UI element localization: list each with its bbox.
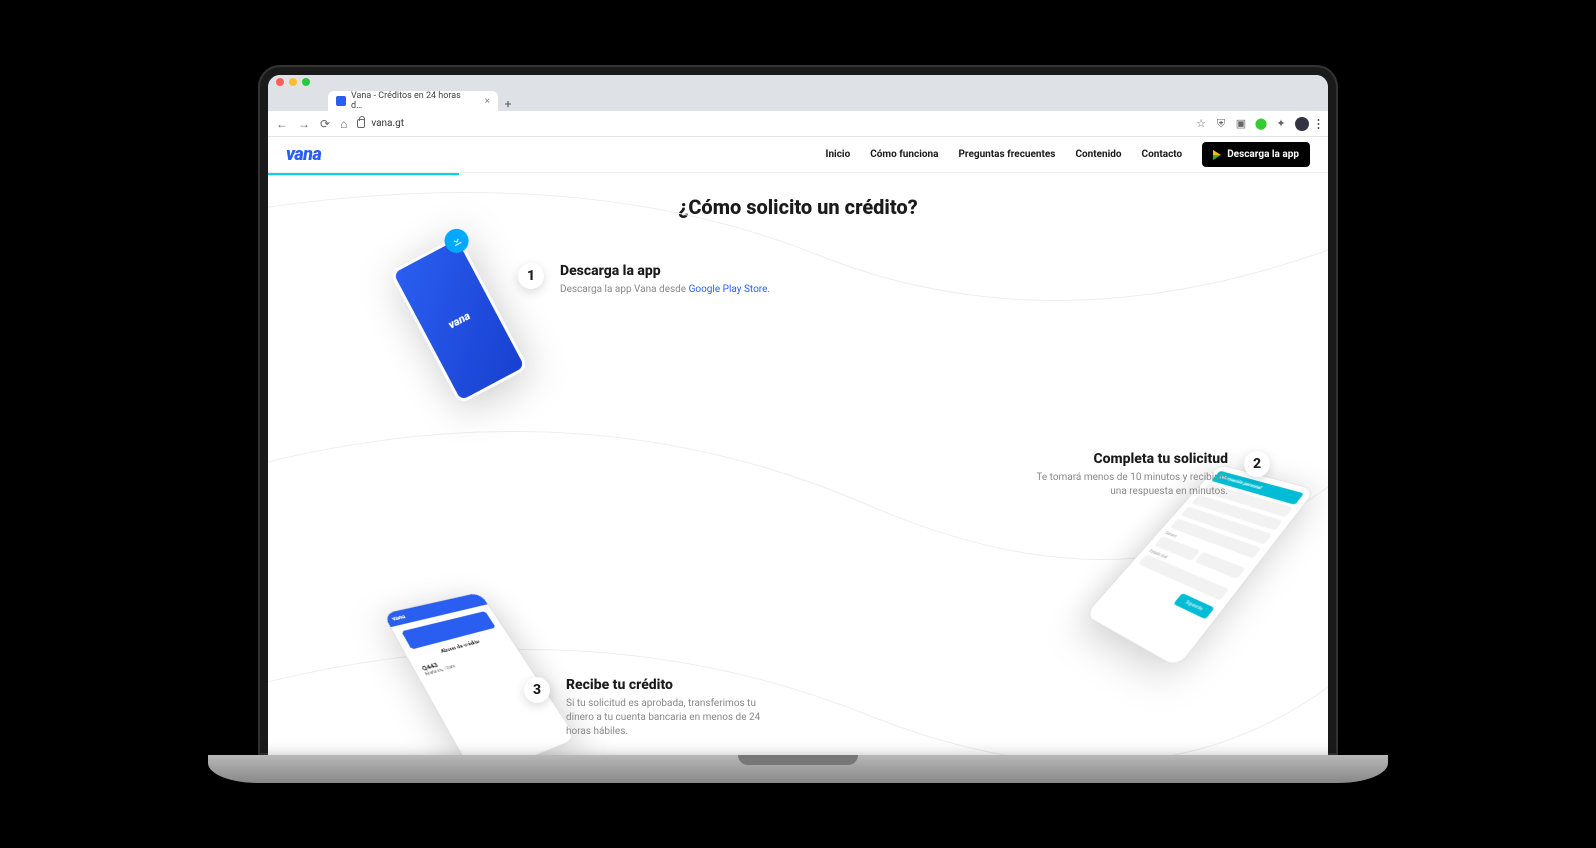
main-nav: Inicio Cómo funciona Preguntas frecuente… — [826, 142, 1310, 167]
tab-close-button[interactable]: × — [485, 96, 490, 107]
cta-label: Descarga la app — [1227, 149, 1299, 160]
site-logo[interactable]: vana — [286, 144, 321, 165]
forward-button[interactable]: → — [298, 117, 310, 131]
step-title: Completa tu solicitud — [1018, 451, 1228, 467]
site-header: vana Inicio Cómo funciona Preguntas frec… — [268, 137, 1328, 173]
nav-como-funciona[interactable]: Cómo funciona — [870, 149, 938, 160]
nav-preguntas[interactable]: Preguntas frecuentes — [958, 149, 1055, 160]
nav-buttons: ← → ⟳ ⌂ — [276, 117, 347, 131]
extension-icon-2[interactable]: ⬤ — [1255, 118, 1267, 130]
step-number: 1 — [518, 263, 544, 289]
tab-title: Vana - Créditos en 24 horas d… — [351, 91, 474, 111]
laptop-notch — [738, 755, 858, 765]
phone-brand-text: vana — [391, 613, 407, 622]
new-tab-button[interactable]: + — [498, 97, 518, 111]
menu-button[interactable] — [1317, 118, 1320, 130]
phone-brand-text: vana — [446, 309, 472, 331]
nav-contenido[interactable]: Contenido — [1075, 149, 1121, 160]
step-desc: Te tomará menos de 10 minutos y recibirá… — [1018, 471, 1228, 499]
step-number: 3 — [524, 677, 550, 703]
browser-tab-bar: Vana - Créditos en 24 horas d… × + — [268, 89, 1328, 111]
extension-icon[interactable]: ▣ — [1235, 118, 1247, 130]
nav-contacto[interactable]: Contacto — [1142, 149, 1183, 160]
star-icon[interactable]: ☆ — [1195, 118, 1207, 130]
step-2: 2 Completa tu solicitud Te tomará menos … — [1018, 451, 1270, 499]
toolbar-right: ☆ ⛨ ▣ ⬤ ✦ — [1195, 117, 1320, 131]
close-window-button[interactable] — [276, 78, 284, 86]
profile-avatar[interactable] — [1295, 117, 1309, 131]
favicon-icon — [336, 96, 346, 106]
minimize-window-button[interactable] — [289, 78, 297, 86]
url-text: vana.gt — [371, 118, 404, 129]
step-desc: Descarga la app Vana desde Google Play S… — [560, 283, 770, 297]
back-button[interactable]: ← — [276, 117, 288, 131]
step-title: Recibe tu crédito — [566, 677, 776, 693]
main-content: ¿Cómo solicito un crédito? vana 1 D — [268, 175, 1328, 755]
nav-inicio[interactable]: Inicio — [826, 149, 851, 160]
puzzle-icon[interactable]: ✦ — [1275, 118, 1287, 130]
home-button[interactable]: ⌂ — [340, 117, 347, 131]
google-play-link[interactable]: Google Play Store — [689, 284, 768, 295]
phone-mockup-1: vana — [389, 235, 528, 404]
screen-bezel: Vana - Créditos en 24 horas d… × + ← → ⟳… — [258, 65, 1338, 755]
screen: Vana - Créditos en 24 horas d… × + ← → ⟳… — [268, 75, 1328, 755]
form-next-button: Siguiente — [1174, 593, 1215, 619]
step-1: 1 Descarga la app Descarga la app Vana d… — [518, 263, 770, 297]
browser-toolbar: ← → ⟳ ⌂ vana.gt ☆ ⛨ ▣ ⬤ ✦ — [268, 111, 1328, 137]
step-number: 2 — [1244, 451, 1270, 477]
lock-icon — [357, 119, 365, 128]
step-title: Descarga la app — [560, 263, 770, 279]
maximize-window-button[interactable] — [302, 78, 310, 86]
download-app-button[interactable]: Descarga la app — [1202, 142, 1310, 167]
macos-titlebar — [268, 75, 1328, 89]
step-desc: Si tu solicitud es aprobada, transferimo… — [566, 697, 776, 739]
shield-icon[interactable]: ⛨ — [1215, 118, 1227, 130]
browser-tab[interactable]: Vana - Créditos en 24 horas d… × — [328, 91, 498, 111]
laptop-frame: Vana - Créditos en 24 horas d… × + ← → ⟳… — [258, 65, 1338, 783]
section-title: ¿Cómo solicito un crédito? — [268, 175, 1328, 247]
reload-button[interactable]: ⟳ — [320, 117, 330, 131]
page-viewport: vana Inicio Cómo funciona Preguntas frec… — [268, 137, 1328, 755]
traffic-lights — [276, 78, 310, 86]
laptop-base — [208, 755, 1388, 783]
step-3: 3 Recibe tu crédito Si tu solicitud es a… — [524, 677, 776, 739]
address-bar[interactable]: vana.gt — [357, 118, 1185, 129]
google-play-icon — [1213, 150, 1221, 160]
